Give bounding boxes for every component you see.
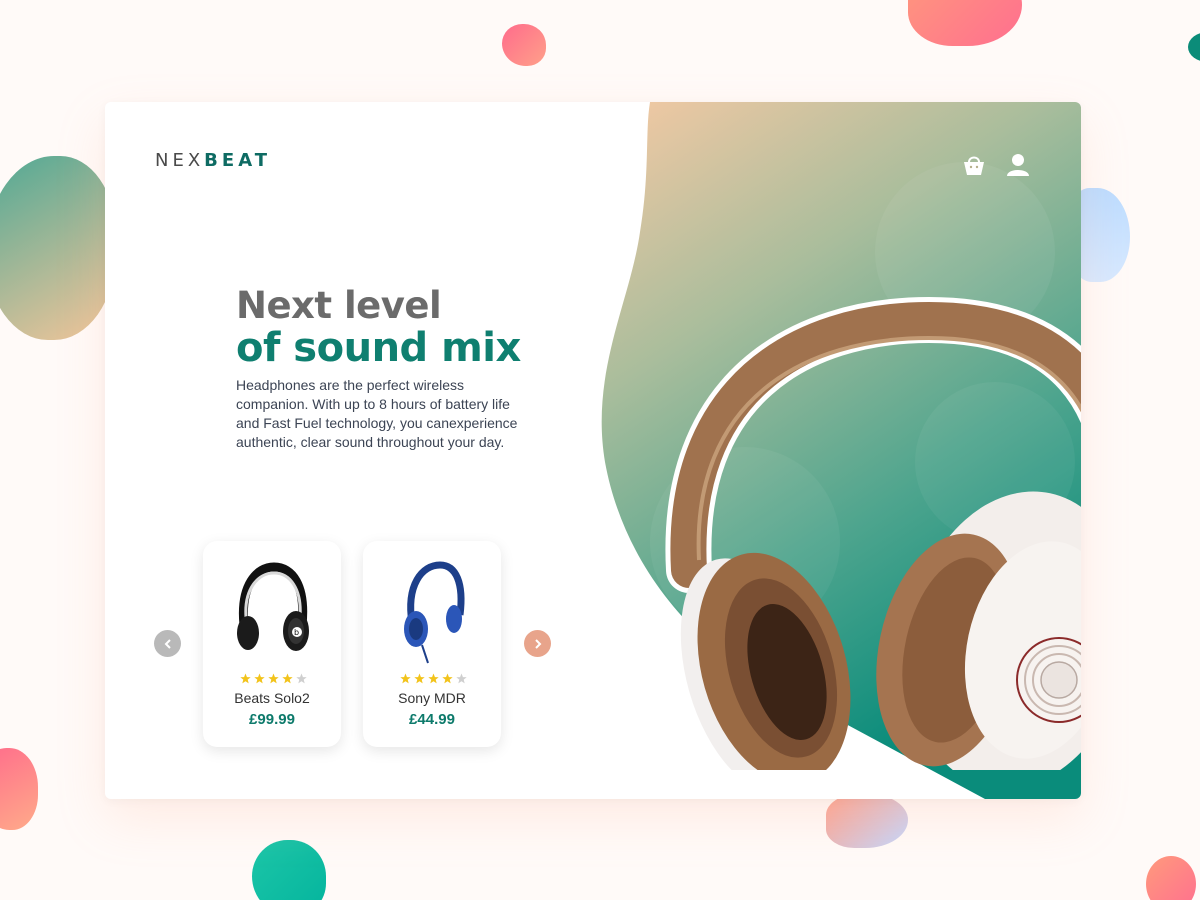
decor-blob-teal-small [1188, 32, 1200, 62]
rating-stars [240, 673, 307, 684]
decor-blob-coral-corner [1146, 856, 1196, 900]
user-icon[interactable] [1005, 152, 1031, 178]
product-name: Beats Solo2 [234, 690, 310, 706]
product-price: £99.99 [249, 711, 295, 728]
star-empty-icon [296, 673, 307, 684]
star-icon [442, 673, 453, 684]
hero-description: Headphones are the perfect wireless comp… [236, 377, 518, 450]
star-icon [428, 673, 439, 684]
decor-blob-peach-blue [826, 794, 908, 848]
headphones-black-thumbnail: b [237, 562, 309, 651]
star-icon [414, 673, 425, 684]
landing-card: NEXBEAT Next level of sound mix Headphon… [105, 102, 1081, 799]
star-icon [268, 673, 279, 684]
brand-logo-light: NEX [155, 150, 205, 171]
star-icon [240, 673, 251, 684]
brand-logo-strong: BEAT [204, 150, 271, 171]
decor-blob-pink-left [0, 748, 38, 830]
star-icon [400, 673, 411, 684]
product-card-sony-mdr[interactable]: Sony MDR £44.99 [363, 541, 501, 747]
star-icon [254, 673, 265, 684]
headline-line-1: Next level [236, 284, 442, 327]
decor-blob-teal [252, 840, 326, 900]
shopping-bag-icon[interactable] [961, 152, 987, 178]
hero-headline: Next level of sound mix [236, 284, 521, 371]
product-name: Sony MDR [398, 690, 466, 706]
carousel-prev-button[interactable] [154, 630, 181, 657]
product-card-beats-solo2[interactable]: b Beats Solo2 £99.99 [203, 541, 341, 747]
brand-logo[interactable]: NEXBEAT [155, 150, 271, 171]
star-empty-icon [456, 673, 467, 684]
decor-blob-pink [502, 24, 546, 66]
decor-blob-coral [908, 0, 1022, 46]
svg-text:b: b [294, 628, 299, 637]
star-icon [282, 673, 293, 684]
product-price: £44.99 [409, 711, 455, 728]
hero-headphones-image [665, 296, 1081, 770]
carousel-next-button[interactable] [524, 630, 551, 657]
chevron-right-icon [534, 638, 541, 649]
chevron-left-icon [164, 638, 171, 649]
decor-blob-green-gradient [0, 156, 116, 340]
headline-line-2: of sound mix [236, 325, 521, 371]
rating-stars [400, 673, 467, 684]
headphones-blue-thumbnail [404, 561, 465, 664]
